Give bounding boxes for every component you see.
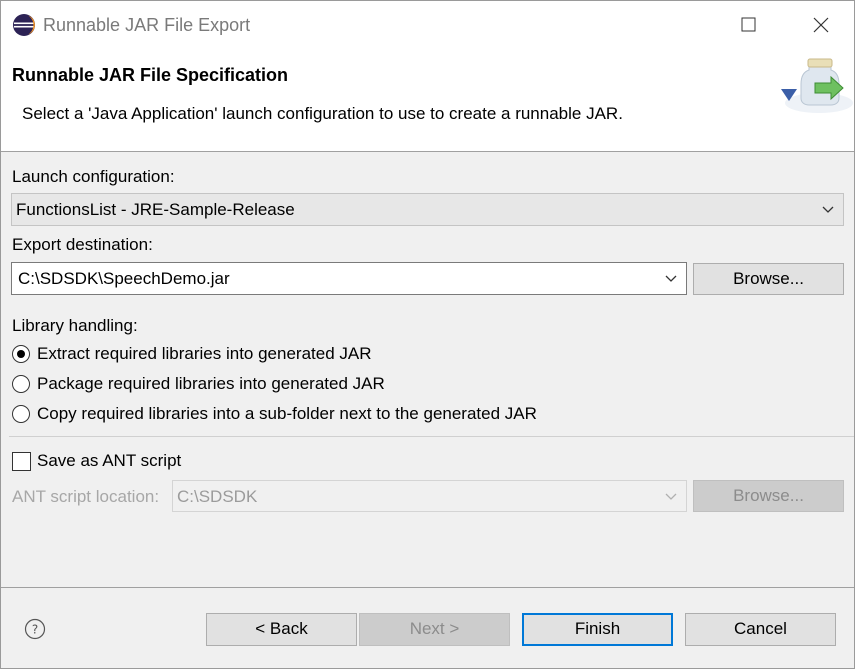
radio-label: Package required libraries into generate… bbox=[37, 374, 385, 393]
launch-config-label: Launch configuration: bbox=[12, 167, 175, 186]
maximize-icon bbox=[741, 17, 756, 32]
page-title: Runnable JAR File Specification bbox=[12, 65, 289, 85]
export-destination-label: Export destination: bbox=[12, 235, 153, 254]
radio-label: Extract required libraries into generate… bbox=[37, 344, 372, 363]
chevron-down-icon[interactable] bbox=[664, 272, 678, 286]
back-button[interactable]: < Back bbox=[206, 613, 357, 646]
export-destination-input[interactable]: C:\SDSDK\SpeechDemo.jar bbox=[11, 262, 687, 295]
cancel-button[interactable]: Cancel bbox=[685, 613, 836, 646]
next-button[interactable]: Next > bbox=[359, 613, 510, 646]
launch-config-value: FunctionsList - JRE-Sample-Release bbox=[16, 200, 295, 219]
section-divider bbox=[9, 436, 854, 437]
library-handling-label: Library handling: bbox=[12, 316, 138, 335]
close-button[interactable] bbox=[797, 7, 843, 43]
radio-button[interactable] bbox=[12, 375, 30, 393]
launch-config-select[interactable]: FunctionsList - JRE-Sample-Release bbox=[11, 193, 844, 226]
svg-text:?: ? bbox=[32, 623, 38, 637]
ant-location-label: ANT script location: bbox=[12, 487, 160, 506]
radio-button[interactable] bbox=[12, 345, 30, 363]
jar-export-icon bbox=[781, 58, 853, 113]
maximize-button[interactable] bbox=[725, 7, 771, 43]
radio-label: Copy required libraries into a sub-folde… bbox=[37, 404, 537, 423]
page-description: Select a 'Java Application' launch confi… bbox=[22, 104, 623, 123]
footer-divider bbox=[1, 587, 854, 588]
window-title: Runnable JAR File Export bbox=[43, 15, 251, 35]
help-icon[interactable]: ? bbox=[24, 618, 46, 640]
ant-location-value: C:\SDSDK bbox=[177, 487, 258, 506]
eclipse-icon bbox=[13, 14, 35, 36]
title-bar: Runnable JAR File Export bbox=[1, 1, 854, 49]
radio-button[interactable] bbox=[12, 405, 30, 423]
chevron-down-icon bbox=[665, 493, 677, 500]
save-ant-script-label: Save as ANT script bbox=[37, 451, 182, 470]
export-browse-button[interactable]: Browse... bbox=[693, 263, 844, 295]
finish-button[interactable]: Finish bbox=[522, 613, 673, 646]
ant-location-input[interactable]: C:\SDSDK bbox=[172, 480, 687, 512]
save-ant-script-checkbox[interactable] bbox=[12, 452, 31, 471]
export-destination-value: C:\SDSDK\SpeechDemo.jar bbox=[18, 269, 230, 288]
ant-browse-button[interactable]: Browse... bbox=[693, 480, 844, 512]
close-icon bbox=[813, 17, 829, 33]
wizard-banner: Runnable JAR File Specification Select a… bbox=[1, 49, 854, 152]
export-dialog: Runnable JAR File Export Runnable JAR Fi… bbox=[0, 0, 855, 669]
chevron-down-icon bbox=[822, 206, 834, 213]
